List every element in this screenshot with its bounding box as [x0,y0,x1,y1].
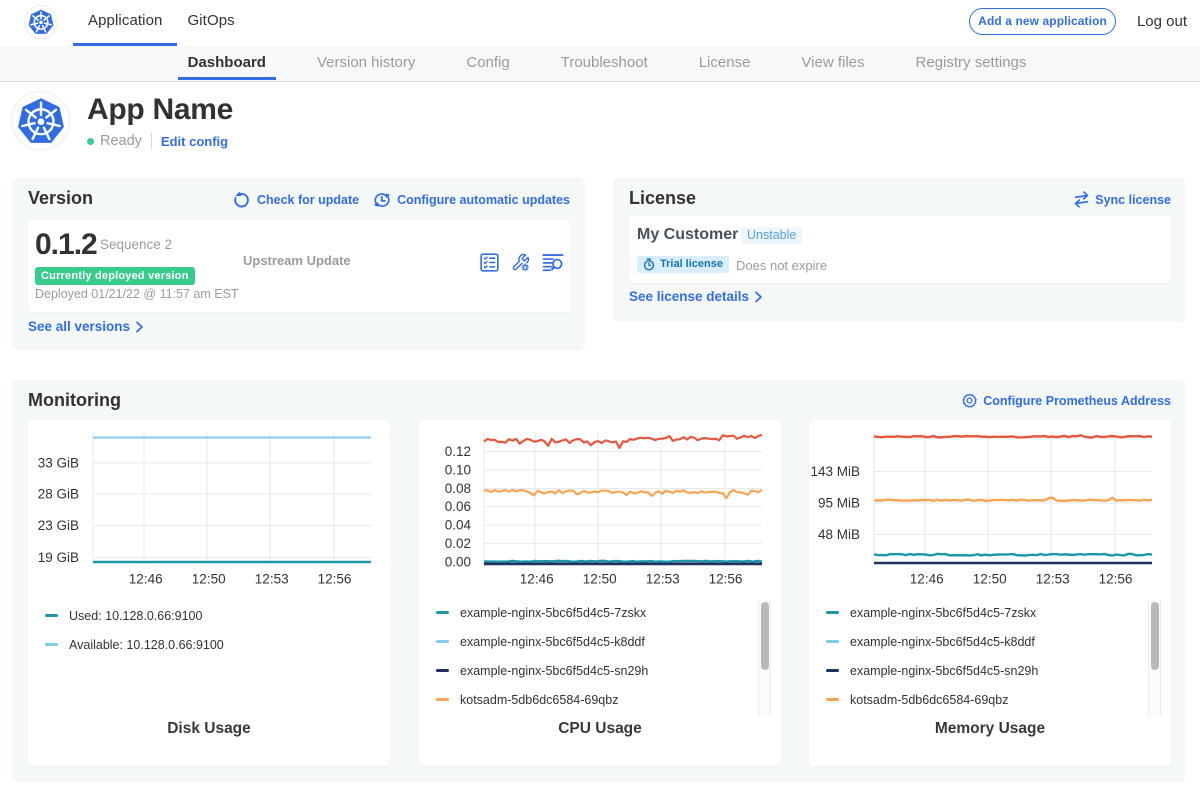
svg-text:0.02: 0.02 [445,536,471,551]
svg-text:0.10: 0.10 [445,463,471,478]
svg-text:12:50: 12:50 [192,572,226,587]
svg-text:23 GiB: 23 GiB [38,518,79,533]
svg-text:0.04: 0.04 [445,518,472,533]
svg-text:33 GiB: 33 GiB [38,456,79,471]
svg-text:95 MiB: 95 MiB [818,496,860,511]
svg-text:12:53: 12:53 [1036,572,1070,587]
svg-text:12:53: 12:53 [646,572,680,587]
svg-text:12:56: 12:56 [318,572,352,587]
svg-text:0.08: 0.08 [445,481,471,496]
svg-text:12:46: 12:46 [910,572,944,587]
svg-text:0.12: 0.12 [445,444,471,459]
svg-text:0.06: 0.06 [445,499,471,514]
svg-text:12:46: 12:46 [129,572,163,587]
svg-text:0.00: 0.00 [445,555,471,570]
svg-text:19 GiB: 19 GiB [38,550,79,565]
svg-text:12:56: 12:56 [1099,572,1133,587]
svg-text:12:46: 12:46 [520,572,554,587]
svg-text:48 MiB: 48 MiB [818,527,860,542]
svg-text:12:50: 12:50 [973,572,1007,587]
svg-text:143 MiB: 143 MiB [810,464,860,479]
svg-text:12:53: 12:53 [255,572,289,587]
svg-text:28 GiB: 28 GiB [38,487,79,502]
svg-text:12:56: 12:56 [709,572,743,587]
svg-text:12:50: 12:50 [583,572,617,587]
